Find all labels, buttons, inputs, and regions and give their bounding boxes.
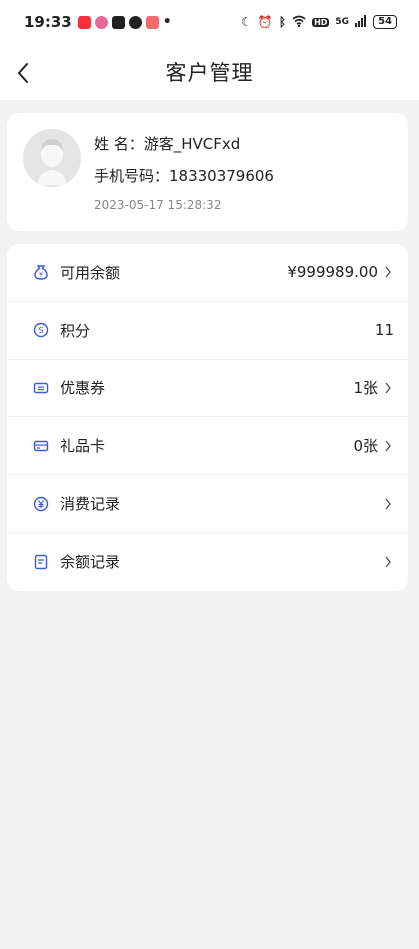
document-icon (33, 554, 49, 570)
profile-phone: 手机号码：18330379606 (94, 167, 274, 185)
menu-item-points[interactable]: S 积分 11 (7, 302, 408, 360)
points-coin-icon: S (33, 322, 49, 338)
svg-text:S: S (38, 326, 43, 335)
chevron-right-icon (384, 498, 394, 510)
moon-icon: ☾ (241, 15, 252, 29)
chevron-right-icon (384, 382, 394, 394)
chevron-left-icon (18, 63, 28, 83)
balance-value: ¥999989.00 (287, 263, 378, 282)
status-right: ☾ ⏰ ᛒ HD 5G 54 (241, 14, 397, 30)
menu-item-label: 积分 (60, 321, 91, 340)
profile-name: 姓 名：游客_HVCFxd (94, 135, 241, 153)
gift-card-icon (33, 438, 49, 454)
status-left: 19:33 • (24, 13, 172, 31)
menu-item-label: 优惠券 (60, 379, 106, 398)
coupon-count: 1张 (353, 379, 378, 398)
back-button[interactable] (8, 58, 38, 88)
nav-bar: 客户管理 (0, 44, 419, 100)
account-menu: ¥ 可用余额 ¥999989.00 S 积分 11 优惠券 1张 礼品卡 0张 … (7, 244, 408, 591)
hd-icon: HD (312, 17, 330, 27)
menu-item-gift-cards[interactable]: 礼品卡 0张 (7, 417, 408, 476)
menu-item-label: 可用余额 (60, 263, 121, 282)
menu-item-balance-records[interactable]: 余额记录 (7, 533, 408, 591)
default-avatar-icon (23, 129, 81, 187)
profile-timestamp: 2023-05-17 15:28:32 (94, 198, 222, 212)
menu-item-balance[interactable]: ¥ 可用余额 ¥999989.00 (7, 244, 408, 302)
menu-item-coupons[interactable]: 优惠券 1张 (7, 360, 408, 418)
avatar (23, 129, 81, 187)
chevron-right-icon (384, 266, 394, 278)
wifi-icon (292, 15, 306, 30)
menu-item-label: 礼品卡 (60, 437, 106, 456)
app-notification-icon (77, 15, 91, 29)
money-bag-icon: ¥ (33, 264, 49, 281)
coupon-icon (33, 380, 49, 396)
notification-icons: • (77, 14, 172, 30)
app-notification-icon (111, 15, 125, 29)
chevron-right-icon (384, 440, 394, 452)
gift-card-count: 0张 (353, 437, 378, 456)
points-value: 11 (374, 321, 394, 340)
status-time: 19:33 (24, 13, 72, 31)
yen-circle-icon (33, 496, 49, 512)
profile-card: 姓 名：游客_HVCFxd 手机号码：18330379606 2023-05-1… (7, 113, 408, 231)
bluetooth-icon: ᛒ (278, 15, 287, 29)
svg-text:¥: ¥ (39, 272, 43, 279)
app-notification-icon (145, 15, 159, 29)
status-bar: 19:33 • ☾ ⏰ ᛒ HD 5G 54 (0, 0, 419, 44)
signal-icon (355, 14, 367, 30)
menu-item-label: 余额记录 (60, 553, 121, 572)
menu-item-purchase-records[interactable]: 消费记录 (7, 475, 408, 533)
chevron-right-icon (384, 556, 394, 568)
network-type: 5G (335, 17, 350, 27)
battery-icon: 54 (373, 15, 397, 29)
page-title: 客户管理 (165, 61, 254, 85)
menu-item-label: 消费记录 (60, 495, 121, 514)
alarm-icon: ⏰ (257, 15, 273, 29)
app-notification-icon (94, 15, 108, 29)
wechat-icon (128, 15, 142, 29)
more-notifications-icon: • (162, 14, 172, 30)
